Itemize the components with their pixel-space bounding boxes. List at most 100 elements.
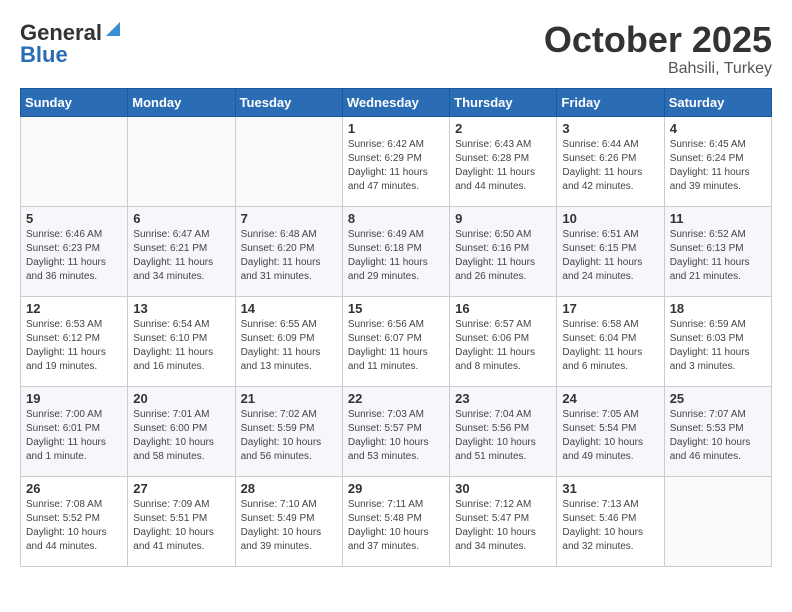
day-info: Sunrise: 6:55 AM Sunset: 6:09 PM Dayligh… bbox=[241, 318, 337, 374]
day-number: 22 bbox=[348, 391, 444, 406]
day-info: Sunrise: 7:12 AM Sunset: 5:47 PM Dayligh… bbox=[455, 498, 551, 554]
day-info: Sunrise: 6:51 AM Sunset: 6:15 PM Dayligh… bbox=[562, 228, 658, 284]
day-info: Sunrise: 7:01 AM Sunset: 6:00 PM Dayligh… bbox=[133, 408, 229, 464]
day-number: 1 bbox=[348, 121, 444, 136]
day-number: 20 bbox=[133, 391, 229, 406]
day-info: Sunrise: 6:59 AM Sunset: 6:03 PM Dayligh… bbox=[670, 318, 766, 374]
calendar-cell bbox=[128, 116, 235, 206]
calendar-cell: 1 Sunrise: 6:42 AM Sunset: 6:29 PM Daylig… bbox=[342, 116, 449, 206]
calendar-cell: 9Sunrise: 6:50 AM Sunset: 6:16 PM Daylig… bbox=[450, 206, 557, 296]
day-info: Sunrise: 6:49 AM Sunset: 6:18 PM Dayligh… bbox=[348, 228, 444, 284]
calendar-cell: 18 Sunrise: 6:59 AM Sunset: 6:03 PM Dayli… bbox=[664, 296, 771, 386]
title-section: October 2025 Bahsili, Turkey bbox=[544, 20, 772, 78]
day-number: 19 bbox=[26, 391, 122, 406]
calendar-cell: 15 Sunrise: 6:56 AM Sunset: 6:07 PM Dayli… bbox=[342, 296, 449, 386]
day-info: Sunrise: 7:05 AM Sunset: 5:54 PM Dayligh… bbox=[562, 408, 658, 464]
day-number: 14 bbox=[241, 301, 337, 316]
day-number: 17 bbox=[562, 301, 658, 316]
day-number: 10 bbox=[562, 211, 658, 226]
day-number: 13 bbox=[133, 301, 229, 316]
calendar-cell: 10 Sunrise: 6:51 AM Sunset: 6:15 PM Dayli… bbox=[557, 206, 664, 296]
calendar-cell: 2 Sunrise: 6:43 AM Sunset: 6:28 PM Daylig… bbox=[450, 116, 557, 206]
day-info: Sunrise: 6:45 AM Sunset: 6:24 PM Dayligh… bbox=[670, 138, 766, 194]
day-info: Sunrise: 6:43 AM Sunset: 6:28 PM Dayligh… bbox=[455, 138, 551, 194]
day-info: Sunrise: 6:44 AM Sunset: 6:26 PM Dayligh… bbox=[562, 138, 658, 194]
weekday-header-row: SundayMondayTuesdayWednesdayThursdayFrid… bbox=[21, 88, 772, 116]
page-header: General Blue October 2025 Bahsili, Turke… bbox=[20, 20, 772, 78]
day-number: 23 bbox=[455, 391, 551, 406]
day-info: Sunrise: 7:04 AM Sunset: 5:56 PM Dayligh… bbox=[455, 408, 551, 464]
day-number: 12 bbox=[26, 301, 122, 316]
calendar-cell: 8 Sunrise: 6:49 AM Sunset: 6:18 PM Daylig… bbox=[342, 206, 449, 296]
day-info: Sunrise: 7:00 AM Sunset: 6:01 PM Dayligh… bbox=[26, 408, 122, 464]
calendar-cell: 13 Sunrise: 6:54 AM Sunset: 6:10 PM Dayli… bbox=[128, 296, 235, 386]
month-title: October 2025 bbox=[544, 20, 772, 60]
calendar-cell: 24 Sunrise: 7:05 AM Sunset: 5:54 PM Dayli… bbox=[557, 386, 664, 476]
weekday-header: Wednesday bbox=[342, 88, 449, 116]
calendar-cell: 14 Sunrise: 6:55 AM Sunset: 6:09 PM Dayli… bbox=[235, 296, 342, 386]
calendar-cell: 4 Sunrise: 6:45 AM Sunset: 6:24 PM Daylig… bbox=[664, 116, 771, 206]
calendar-cell: 5 Sunrise: 6:46 AM Sunset: 6:23 PM Daylig… bbox=[21, 206, 128, 296]
day-info: Sunrise: 6:48 AM Sunset: 6:20 PM Dayligh… bbox=[241, 228, 337, 284]
logo: General Blue bbox=[20, 20, 122, 68]
logo-icon bbox=[104, 20, 122, 38]
day-info: Sunrise: 6:58 AM Sunset: 6:04 PM Dayligh… bbox=[562, 318, 658, 374]
calendar-cell: 3Sunrise: 6:44 AM Sunset: 6:26 PM Daylig… bbox=[557, 116, 664, 206]
calendar-week-row: 12Sunrise: 6:53 AM Sunset: 6:12 PM Dayli… bbox=[21, 296, 772, 386]
day-info: Sunrise: 7:11 AM Sunset: 5:48 PM Dayligh… bbox=[348, 498, 444, 554]
calendar-cell: 27 Sunrise: 7:09 AM Sunset: 5:51 PM Dayli… bbox=[128, 476, 235, 566]
calendar-cell: 30Sunrise: 7:12 AM Sunset: 5:47 PM Dayli… bbox=[450, 476, 557, 566]
calendar-cell: 21 Sunrise: 7:02 AM Sunset: 5:59 PM Dayli… bbox=[235, 386, 342, 476]
day-number: 7 bbox=[241, 211, 337, 226]
day-info: Sunrise: 7:08 AM Sunset: 5:52 PM Dayligh… bbox=[26, 498, 122, 554]
day-info: Sunrise: 6:42 AM Sunset: 6:29 PM Dayligh… bbox=[348, 138, 444, 194]
calendar-cell bbox=[235, 116, 342, 206]
day-info: Sunrise: 7:07 AM Sunset: 5:53 PM Dayligh… bbox=[670, 408, 766, 464]
day-number: 8 bbox=[348, 211, 444, 226]
day-info: Sunrise: 6:56 AM Sunset: 6:07 PM Dayligh… bbox=[348, 318, 444, 374]
day-number: 28 bbox=[241, 481, 337, 496]
weekday-header: Sunday bbox=[21, 88, 128, 116]
day-info: Sunrise: 7:10 AM Sunset: 5:49 PM Dayligh… bbox=[241, 498, 337, 554]
weekday-header: Tuesday bbox=[235, 88, 342, 116]
day-info: Sunrise: 6:52 AM Sunset: 6:13 PM Dayligh… bbox=[670, 228, 766, 284]
calendar-table: SundayMondayTuesdayWednesdayThursdayFrid… bbox=[20, 88, 772, 567]
day-number: 18 bbox=[670, 301, 766, 316]
calendar-cell: 17 Sunrise: 6:58 AM Sunset: 6:04 PM Dayli… bbox=[557, 296, 664, 386]
calendar-cell: 6Sunrise: 6:47 AM Sunset: 6:21 PM Daylig… bbox=[128, 206, 235, 296]
day-number: 21 bbox=[241, 391, 337, 406]
day-number: 27 bbox=[133, 481, 229, 496]
calendar-cell: 19 Sunrise: 7:00 AM Sunset: 6:01 PM Dayli… bbox=[21, 386, 128, 476]
day-number: 15 bbox=[348, 301, 444, 316]
calendar-week-row: 1 Sunrise: 6:42 AM Sunset: 6:29 PM Daylig… bbox=[21, 116, 772, 206]
calendar-cell bbox=[664, 476, 771, 566]
day-number: 2 bbox=[455, 121, 551, 136]
day-info: Sunrise: 7:09 AM Sunset: 5:51 PM Dayligh… bbox=[133, 498, 229, 554]
weekday-header: Monday bbox=[128, 88, 235, 116]
calendar-cell: 28 Sunrise: 7:10 AM Sunset: 5:49 PM Dayli… bbox=[235, 476, 342, 566]
calendar-cell: 29 Sunrise: 7:11 AM Sunset: 5:48 PM Dayli… bbox=[342, 476, 449, 566]
day-info: Sunrise: 7:02 AM Sunset: 5:59 PM Dayligh… bbox=[241, 408, 337, 464]
day-number: 4 bbox=[670, 121, 766, 136]
calendar-cell: 16Sunrise: 6:57 AM Sunset: 6:06 PM Dayli… bbox=[450, 296, 557, 386]
calendar-cell: 26Sunrise: 7:08 AM Sunset: 5:52 PM Dayli… bbox=[21, 476, 128, 566]
day-number: 29 bbox=[348, 481, 444, 496]
calendar-cell bbox=[21, 116, 128, 206]
calendar-week-row: 26Sunrise: 7:08 AM Sunset: 5:52 PM Dayli… bbox=[21, 476, 772, 566]
calendar-cell: 31Sunrise: 7:13 AM Sunset: 5:46 PM Dayli… bbox=[557, 476, 664, 566]
calendar-week-row: 19 Sunrise: 7:00 AM Sunset: 6:01 PM Dayli… bbox=[21, 386, 772, 476]
calendar-cell: 25Sunrise: 7:07 AM Sunset: 5:53 PM Dayli… bbox=[664, 386, 771, 476]
day-number: 6 bbox=[133, 211, 229, 226]
calendar-cell: 23 Sunrise: 7:04 AM Sunset: 5:56 PM Dayli… bbox=[450, 386, 557, 476]
day-info: Sunrise: 6:46 AM Sunset: 6:23 PM Dayligh… bbox=[26, 228, 122, 284]
day-info: Sunrise: 6:54 AM Sunset: 6:10 PM Dayligh… bbox=[133, 318, 229, 374]
day-number: 5 bbox=[26, 211, 122, 226]
day-number: 11 bbox=[670, 211, 766, 226]
weekday-header: Saturday bbox=[664, 88, 771, 116]
location: Bahsili, Turkey bbox=[544, 60, 772, 78]
day-number: 24 bbox=[562, 391, 658, 406]
weekday-header: Thursday bbox=[450, 88, 557, 116]
day-number: 16 bbox=[455, 301, 551, 316]
calendar-week-row: 5 Sunrise: 6:46 AM Sunset: 6:23 PM Daylig… bbox=[21, 206, 772, 296]
logo-blue: Blue bbox=[20, 42, 68, 68]
